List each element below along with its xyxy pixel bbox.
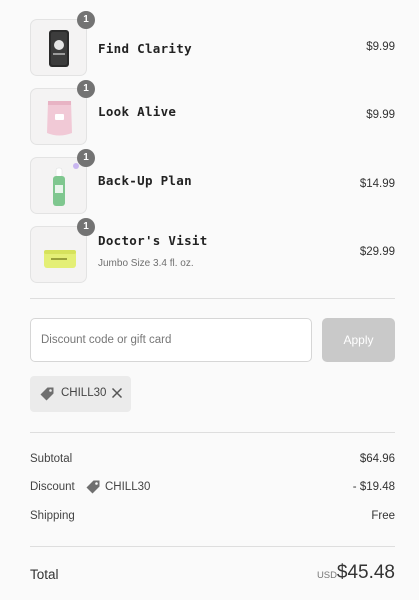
shipping-value: Free bbox=[371, 510, 395, 522]
quantity-badge: 1 bbox=[77, 11, 95, 29]
tag-icon bbox=[85, 479, 101, 498]
remove-discount-button[interactable] bbox=[110, 386, 124, 405]
product-name: Find Clarity bbox=[98, 41, 192, 56]
shipping-row: Shipping Free bbox=[30, 510, 395, 528]
line-item: 1 Back-Up Plan $14.99 bbox=[30, 149, 395, 215]
discount-row: Discount CHILL30 - $19.48 bbox=[30, 479, 395, 499]
discount-value: - $19.48 bbox=[352, 481, 395, 493]
close-icon bbox=[111, 387, 123, 399]
product-name: Look Alive bbox=[98, 104, 177, 119]
divider bbox=[30, 546, 395, 547]
applied-discount-tag: CHILL30 bbox=[30, 376, 131, 412]
product-image-find-clarity bbox=[30, 19, 87, 76]
quantity-badge: 1 bbox=[77, 149, 95, 167]
product-price: $9.99 bbox=[366, 109, 395, 121]
tag-icon bbox=[39, 386, 55, 407]
subtotal-label: Subtotal bbox=[30, 453, 73, 465]
currency-code: USD bbox=[316, 570, 337, 581]
product-image-back-up-plan bbox=[30, 157, 87, 214]
total-label: Total bbox=[30, 567, 59, 582]
product-variant: Jumbo Size 3.4 fl. oz. bbox=[98, 258, 194, 269]
product-image-look-alive bbox=[30, 88, 87, 145]
product-price: $29.99 bbox=[359, 246, 395, 258]
product-name: Doctor's Visit bbox=[98, 233, 208, 248]
line-item: 1 Doctor's Visit Jumbo Size 3.4 fl. oz. … bbox=[30, 218, 395, 284]
discount-code: CHILL30 bbox=[105, 481, 151, 493]
product-price: $14.99 bbox=[359, 178, 395, 190]
product-image-doctors-visit bbox=[30, 226, 87, 283]
subtotal-row: Subtotal $64.96 bbox=[30, 453, 395, 471]
apply-button[interactable]: Apply bbox=[322, 318, 395, 362]
line-item: 1 Look Alive $9.99 bbox=[30, 80, 395, 146]
quantity-badge: 1 bbox=[77, 218, 95, 236]
divider bbox=[30, 298, 395, 299]
discount-code-input[interactable] bbox=[30, 318, 312, 362]
applied-code-label: CHILL30 bbox=[61, 387, 107, 399]
product-name: Back-Up Plan bbox=[98, 173, 192, 188]
subtotal-value: $64.96 bbox=[359, 453, 395, 465]
shipping-label: Shipping bbox=[30, 510, 75, 522]
discount-label: Discount bbox=[30, 481, 75, 493]
quantity-badge: 1 bbox=[77, 80, 95, 98]
product-price: $9.99 bbox=[366, 41, 395, 53]
divider bbox=[30, 432, 395, 433]
line-item: 1 Find Clarity $9.99 bbox=[30, 11, 395, 77]
total-amount: $45.48 bbox=[336, 562, 395, 583]
